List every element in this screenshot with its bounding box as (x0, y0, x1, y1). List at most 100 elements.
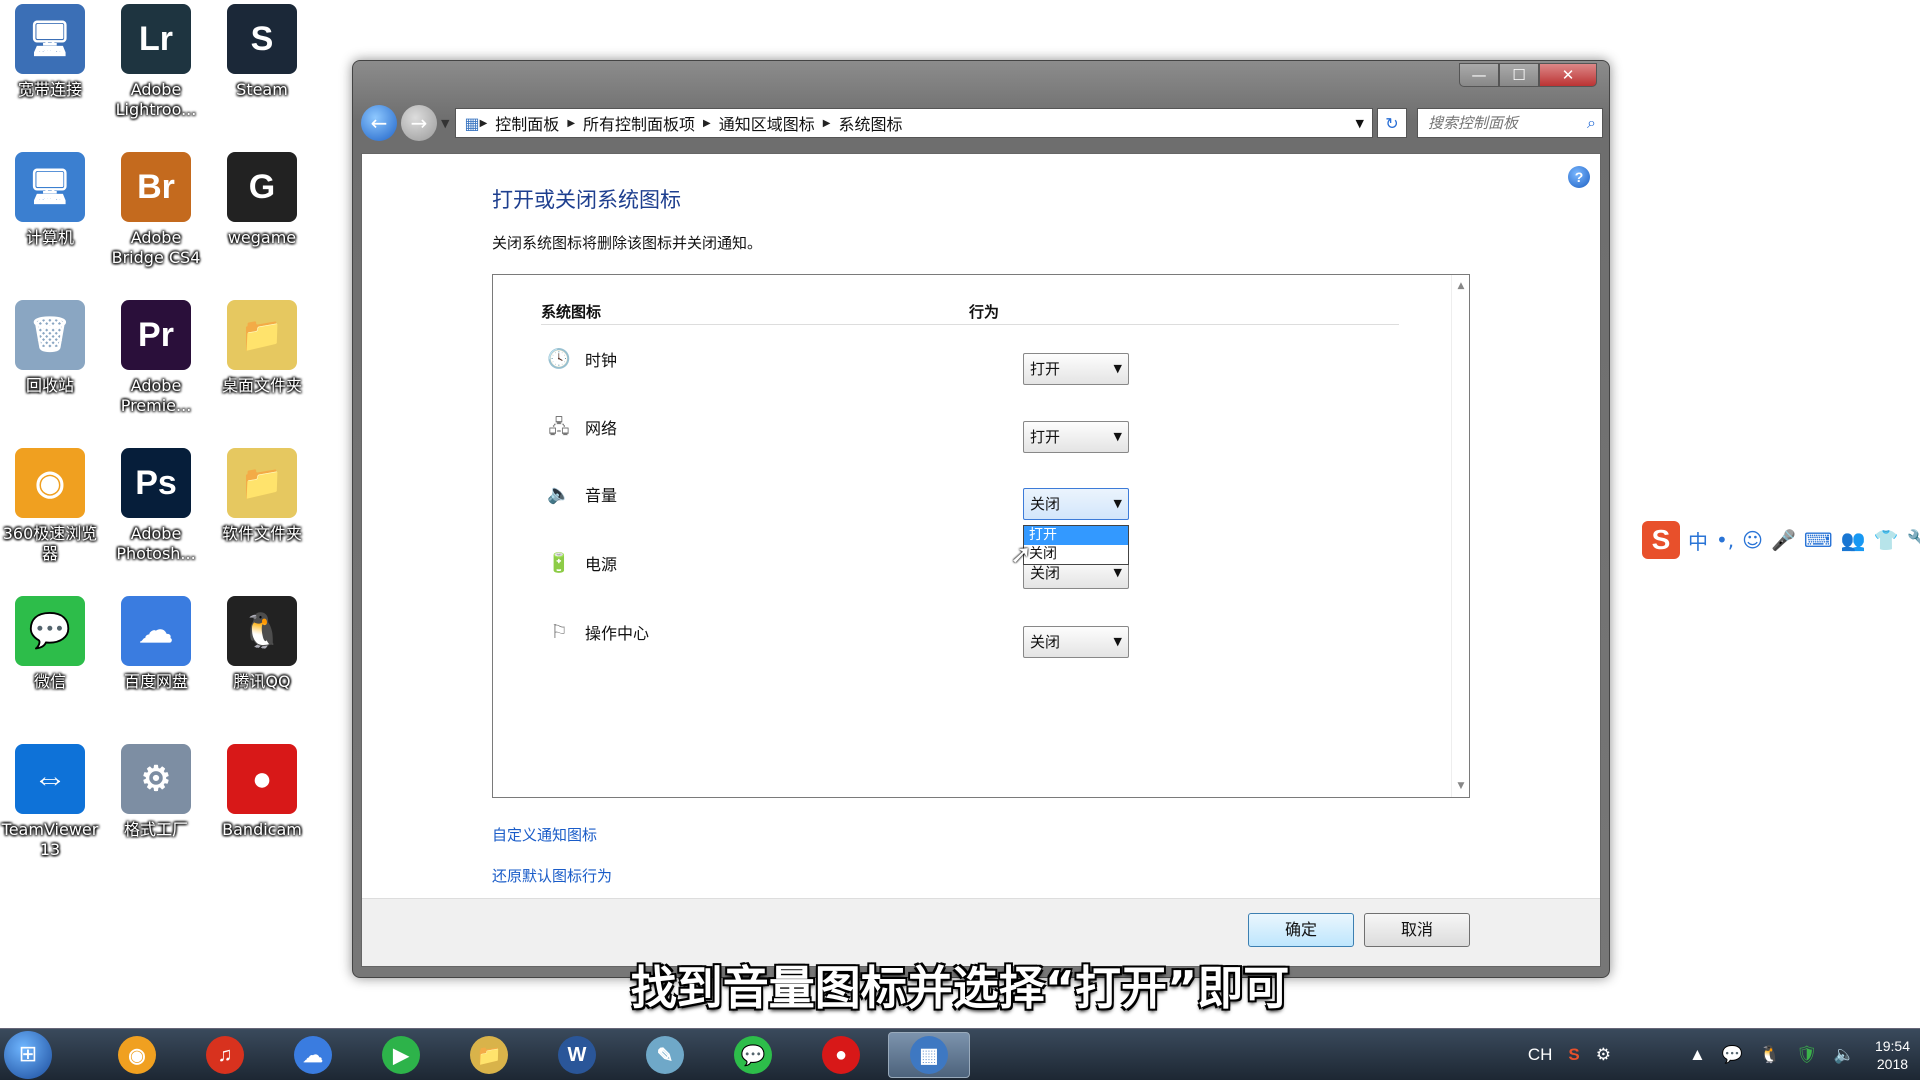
desktop-app-icon: ⚙ (121, 744, 191, 814)
desktop-icon[interactable]: Gwegame (212, 152, 312, 248)
ime-toolbar-icon[interactable]: 中 (1688, 526, 1708, 555)
refresh-button[interactable]: ↻ (1377, 108, 1407, 138)
behavior-select[interactable]: 关闭 ▼ (1023, 626, 1129, 658)
desktop-app-icon: ◉ (15, 448, 85, 518)
ime-toolbar-icon[interactable]: 🎤 (1771, 528, 1796, 552)
close-button[interactable]: ✕ (1539, 63, 1597, 87)
dropdown-option-on[interactable]: 打开 (1024, 526, 1128, 545)
breadcrumb-separator-icon[interactable]: ▶ (567, 118, 575, 129)
chevron-down-icon[interactable]: ▼ (1114, 627, 1122, 657)
search-icon[interactable]: ⌕ (1587, 113, 1596, 133)
back-button[interactable]: ← (361, 105, 397, 141)
taskbar-app-wechat[interactable]: 💬 (712, 1032, 794, 1078)
chevron-down-icon[interactable]: ▼ (1114, 354, 1122, 384)
taskbar-app-baidu-netdisk[interactable]: ☁ (272, 1032, 354, 1078)
restore-default-behavior-link[interactable]: 还原默认图标行为 (492, 865, 612, 886)
ime-toolbar-icon[interactable]: 👕 (1874, 528, 1899, 552)
chevron-down-icon[interactable]: ▼ (1114, 422, 1122, 452)
desktop-icon-label: Adobe Photosh... (116, 524, 196, 563)
desktop-icon[interactable]: 💬 微信 (0, 596, 100, 692)
desktop-icon[interactable]: S Steam (212, 4, 312, 100)
taskbar-app-control-panel[interactable]: ▦ (888, 1032, 970, 1078)
taskbar-app-360-browser[interactable]: ◉ (96, 1032, 178, 1078)
behavior-select[interactable]: 打开 ▼ (1023, 353, 1129, 385)
breadcrumb-separator-icon[interactable]: ▶ (480, 118, 488, 129)
breadcrumb-separator-icon[interactable]: ▶ (703, 118, 711, 129)
desktop-icon-label: Bandicam (222, 820, 302, 839)
navigation-bar: ← → ▼ ▦ ▶ 控制面板 ▶ 所有控制面板项 ▶ 通知区域图标 ▶ 系统图标 ▼ ↻ ⌕ (361, 101, 1603, 145)
ok-button[interactable]: 确定 (1248, 913, 1354, 947)
desktop-icon[interactable]: 🗑 回收站 (0, 300, 100, 396)
ime-settings-icon[interactable]: ⚙ (1596, 1045, 1611, 1065)
power-icon: 🔋 (547, 552, 571, 574)
taskbar-app-media-player[interactable]: ▶ (360, 1032, 442, 1078)
cancel-button[interactable]: 取消 (1364, 913, 1470, 947)
breadcrumb-item[interactable]: 控制面板 (495, 111, 559, 135)
security-shield-icon[interactable]: 🛡 (1796, 1045, 1818, 1065)
desktop-icon[interactable]: Br Adobe Bridge CS4 (106, 152, 206, 268)
desktop-icon[interactable]: 🖥 宽带连接 (0, 4, 100, 100)
address-dropdown-icon[interactable]: ▼ (1356, 117, 1364, 130)
desktop-icon[interactable]: Pr Adobe Premie... (106, 300, 206, 416)
desktop-app-icon: ☁ (121, 596, 191, 666)
maximize-button[interactable]: ☐ (1499, 63, 1539, 87)
clock-icon: 🕓 (547, 348, 571, 370)
video-subtitle: 找到音量图标并选择“打开”即可 (630, 961, 1290, 1015)
desktop-icon[interactable]: 📁 软件文件夹 (212, 448, 312, 544)
desktop-icon[interactable]: Lr Adobe Lightroo... (106, 4, 206, 120)
desktop-icon[interactable]: ⇔ TeamViewer 13 (0, 744, 100, 860)
desktop-icon[interactable]: 📁 桌面文件夹 (212, 300, 312, 396)
desktop-icon[interactable]: ☁ 百度网盘 (106, 596, 206, 692)
help-icon[interactable]: ? (1568, 166, 1590, 188)
breadcrumb-item[interactable]: 系统图标 (838, 111, 902, 135)
list-scrollbar[interactable]: ▲ ▼ (1451, 275, 1469, 797)
ime-toolbar-icon[interactable]: 🔧 (1907, 528, 1920, 552)
ime-toolbar-icon[interactable]: ☺ (1742, 528, 1763, 552)
start-button[interactable]: ⊞ (4, 1031, 52, 1079)
qq-tray-icon[interactable]: 🐧 (1759, 1045, 1780, 1065)
behavior-select-value: 打开 (1030, 428, 1061, 446)
wechat-tray-icon[interactable]: 💬 (1722, 1045, 1743, 1065)
search-box[interactable]: ⌕ (1417, 108, 1603, 138)
netease-music-icon: ♫ (206, 1036, 244, 1074)
sogou-tray-icon[interactable]: S (1568, 1045, 1579, 1065)
taskbar-app-file-explorer[interactable]: 📁 (448, 1032, 530, 1078)
desktop-icon-label: 软件文件夹 (221, 524, 302, 543)
scroll-down-icon[interactable]: ▼ (1452, 777, 1470, 795)
minimize-button[interactable]: — (1459, 63, 1499, 87)
desktop-icon[interactable]: ● Bandicam (212, 744, 312, 840)
page-description: 关闭系统图标将删除该图标并关闭通知。 (492, 234, 763, 252)
volume-tray-icon[interactable]: 🔈 (1834, 1045, 1855, 1065)
desktop-app-icon: 💬 (15, 596, 85, 666)
scroll-up-icon[interactable]: ▲ (1452, 277, 1470, 295)
dropdown-option-off[interactable]: 关闭 (1024, 545, 1128, 564)
customize-notification-icons-link[interactable]: 自定义通知图标 (492, 824, 597, 845)
taskbar-app-netease-music[interactable]: ♫ (184, 1032, 266, 1078)
recent-pages-dropdown[interactable]: ▼ (441, 117, 449, 130)
desktop-icon[interactable]: 🐧 腾讯QQ (212, 596, 312, 692)
sogou-ime-icon[interactable]: S (1642, 521, 1680, 559)
taskbar-app-word[interactable]: W (536, 1032, 618, 1078)
breadcrumb-item[interactable]: 通知区域图标 (719, 111, 815, 135)
ime-toolbar-icon[interactable]: 👥 (1841, 528, 1866, 552)
taskbar-app-notepad[interactable]: ✎ (624, 1032, 706, 1078)
taskbar-clock[interactable]: 19:54 2018 (1875, 1037, 1910, 1073)
desktop-icon[interactable]: ⚙ 格式工厂 (106, 744, 206, 840)
desktop-icon[interactable]: Ps Adobe Photosh... (106, 448, 206, 564)
ime-toolbar-icon[interactable]: •, (1716, 528, 1734, 552)
behavior-select[interactable]: 打开 ▼ (1023, 421, 1129, 453)
ime-toolbar-icon[interactable]: ⌨ (1804, 528, 1833, 552)
chevron-down-icon[interactable]: ▼ (1114, 489, 1122, 519)
desktop-icon[interactable]: 🖥 计算机 (0, 152, 100, 248)
desktop-icon[interactable]: ◉ 360极速浏览器 (0, 448, 100, 564)
breadcrumb-separator-icon[interactable]: ▶ (823, 118, 831, 129)
behavior-select[interactable]: 关闭 ▼ (1023, 488, 1129, 520)
breadcrumb-item[interactable]: 所有控制面板项 (583, 111, 695, 135)
control-panel-window: — ☐ ✕ ← → ▼ ▦ ▶ 控制面板 ▶ 所有控制面板项 ▶ 通知区域图标 ▶ 系统图标 … (352, 60, 1610, 978)
search-input[interactable] (1428, 114, 1568, 132)
language-indicator[interactable]: CH (1528, 1045, 1553, 1065)
show-hidden-icons-icon[interactable]: ▲ (1689, 1045, 1706, 1065)
taskbar-app-bandicam[interactable]: ● (800, 1032, 882, 1078)
forward-button[interactable]: → (401, 105, 437, 141)
address-bar[interactable]: ▦ ▶ 控制面板 ▶ 所有控制面板项 ▶ 通知区域图标 ▶ 系统图标 ▼ (455, 108, 1373, 138)
